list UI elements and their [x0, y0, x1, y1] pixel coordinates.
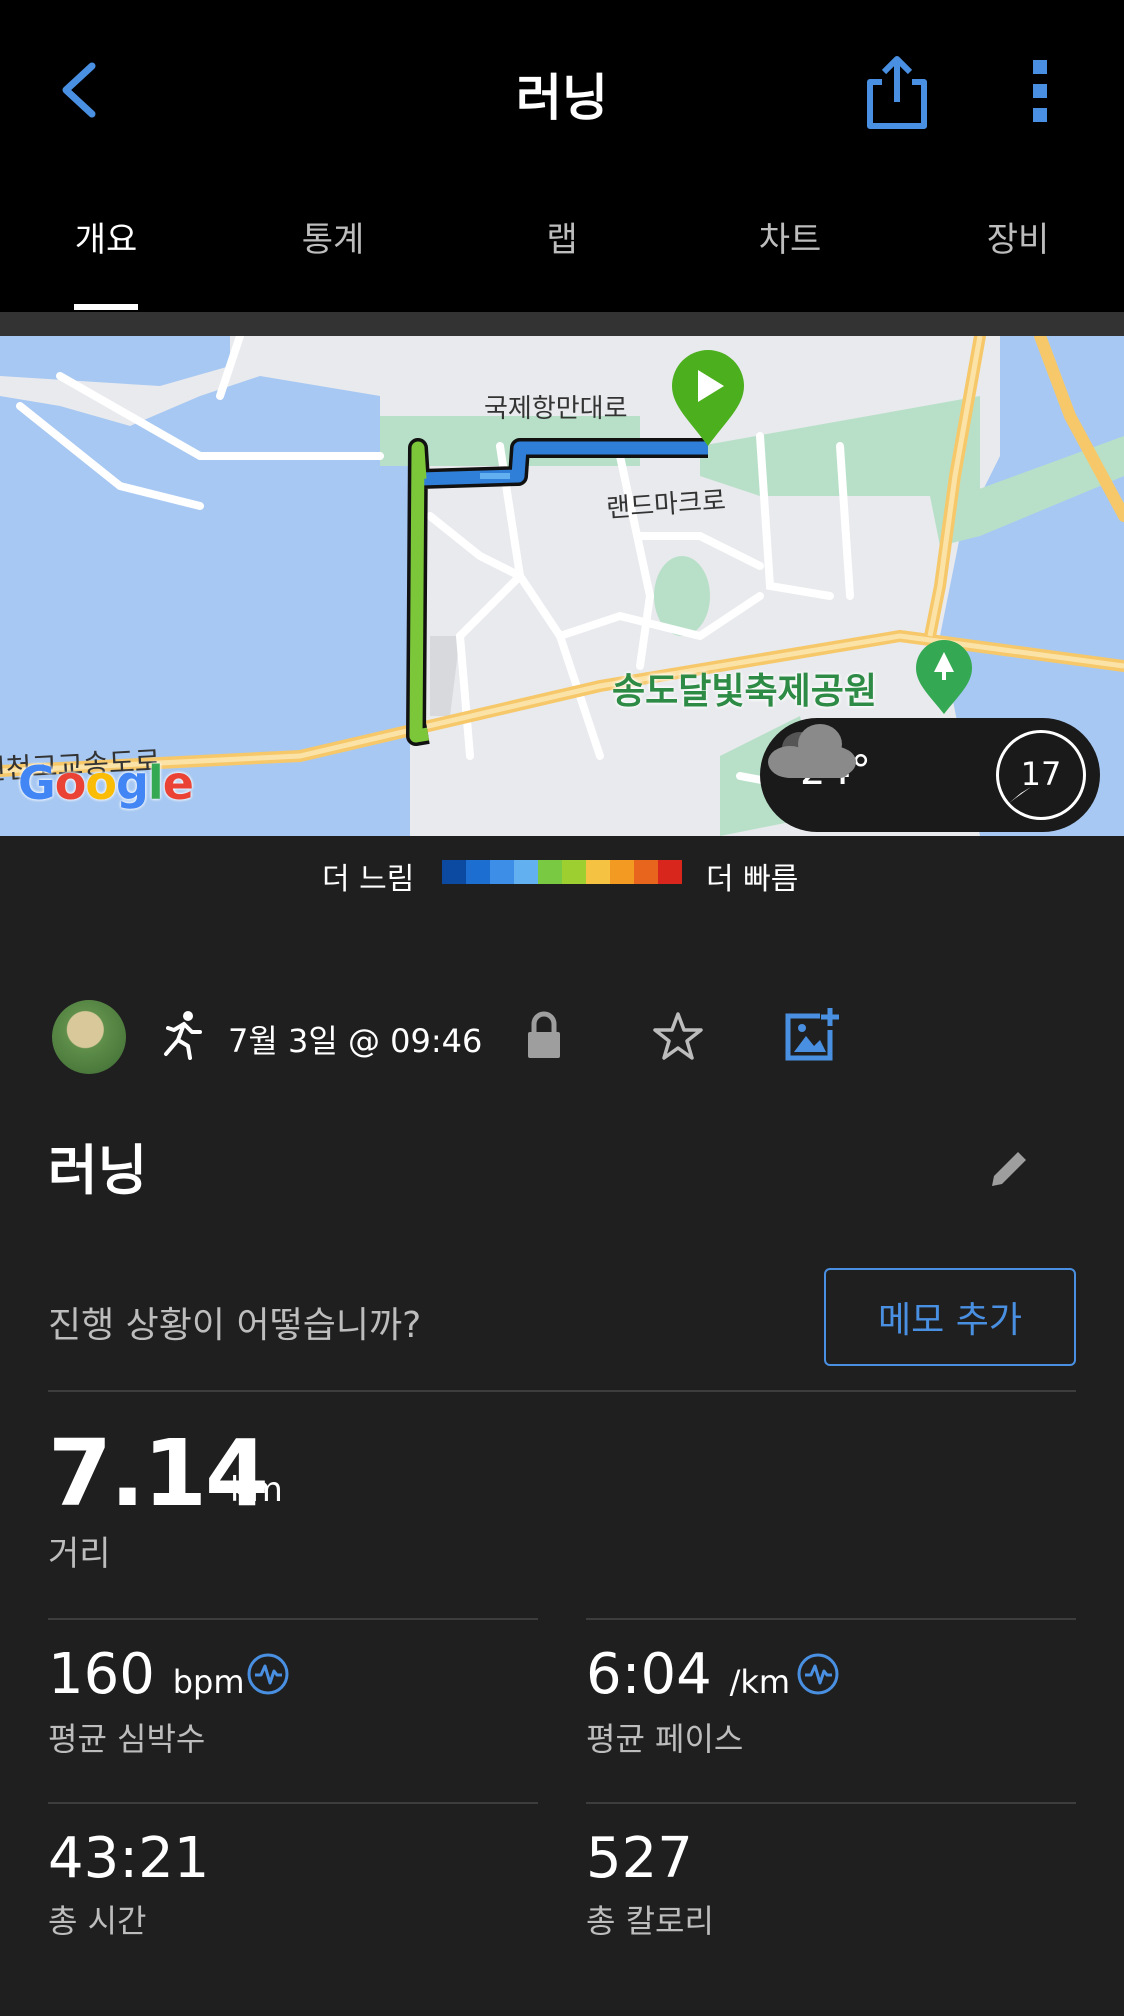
divider: [48, 1390, 1076, 1392]
legend-swatch: [466, 860, 490, 884]
activity-date: 7월 3일 @ 09:46: [228, 1022, 483, 1060]
page-title: 러닝: [516, 69, 608, 127]
heart-rate-label: 평균 심박수: [48, 1720, 206, 1758]
divider: [48, 1802, 538, 1804]
wind-direction-icon: [1009, 787, 1031, 803]
activity-detail-screen: 러닝 개요 통계 랩 차트 장비 국제항만대로 랜드마크로 송도달빛축제공원 인…: [0, 0, 1124, 2016]
tab-stats[interactable]: 통계: [302, 212, 365, 261]
pace-monitor-icon[interactable]: [796, 1652, 840, 1696]
distance-label: 거리: [48, 1534, 111, 1574]
route-map[interactable]: 국제항만대로 랜드마크로 송도달빛축제공원 인천고교송도로 Google 24°…: [0, 336, 1124, 836]
share-button[interactable]: [862, 52, 932, 132]
pace-label: 평균 페이스: [586, 1720, 744, 1758]
calories-label: 총 칼로리: [586, 1902, 714, 1940]
legend-swatch: [586, 860, 610, 884]
memo-prompt: 진행 상황이 어떻습니까?: [48, 1305, 422, 1346]
google-logo: Google: [18, 756, 194, 810]
legend-swatch: [514, 860, 538, 884]
legend-swatch: [490, 860, 514, 884]
legend-swatch: [658, 860, 682, 884]
tab-laps[interactable]: 랩: [546, 212, 577, 261]
tab-gear[interactable]: 장비: [987, 212, 1050, 261]
total-time-value: 43:21: [48, 1826, 210, 1891]
legend-fast-label: 더 빠름: [706, 862, 799, 897]
heart-rate-monitor-icon[interactable]: [246, 1652, 290, 1696]
legend-swatch: [610, 860, 634, 884]
pace-legend: 더 느림 더 빠름: [0, 836, 1124, 906]
pencil-icon[interactable]: [986, 1144, 1032, 1190]
calories-value: 527: [586, 1826, 693, 1891]
activity-name: 러닝: [48, 1139, 148, 1202]
wind-indicator: 17: [996, 730, 1086, 820]
heart-rate-unit: bpm: [172, 1663, 245, 1701]
tab-overview[interactable]: 개요: [75, 212, 138, 261]
tab-bar: 개요 통계 랩 차트 장비: [0, 200, 1124, 312]
legend-swatch: [442, 860, 466, 884]
more-vertical-icon: [1033, 60, 1047, 122]
share-icon: [867, 56, 927, 129]
tab-charts[interactable]: 차트: [759, 212, 822, 261]
divider: [48, 1618, 538, 1620]
add-memo-button[interactable]: 메모 추가: [824, 1268, 1076, 1366]
park-label: 송도달빛축제공원: [612, 671, 877, 712]
legend-swatch: [562, 860, 586, 884]
legend-color-bar: [442, 860, 682, 884]
app-header: 러닝 개요 통계 랩 차트 장비: [0, 0, 1124, 312]
pace-unit: /km: [729, 1663, 791, 1701]
pace-value: 6:04: [586, 1642, 712, 1707]
distance-unit: km: [230, 1470, 283, 1510]
add-photo-icon[interactable]: [784, 1006, 840, 1062]
weather-badge: 24° 17: [760, 718, 1100, 832]
divider: [586, 1618, 1076, 1620]
street-label: 국제항만대로: [484, 394, 628, 424]
legend-swatch: [538, 860, 562, 884]
lock-icon[interactable]: [524, 1010, 564, 1060]
heart-rate-stat: 160 bpm: [48, 1642, 245, 1707]
divider: [586, 1802, 1076, 1804]
total-time-label: 총 시간: [48, 1902, 147, 1940]
more-options-button[interactable]: [1020, 56, 1060, 126]
pace-stat: 6:04 /km: [586, 1642, 790, 1707]
star-icon[interactable]: [652, 1010, 704, 1062]
running-icon: [164, 1011, 202, 1060]
avatar[interactable]: [52, 1000, 126, 1074]
legend-slow-label: 더 느림: [322, 862, 415, 897]
header-divider: [0, 312, 1124, 336]
heart-rate-value: 160: [48, 1642, 155, 1707]
legend-swatch: [634, 860, 658, 884]
cloud-icon: [768, 724, 856, 778]
active-tab-indicator: [74, 304, 138, 310]
